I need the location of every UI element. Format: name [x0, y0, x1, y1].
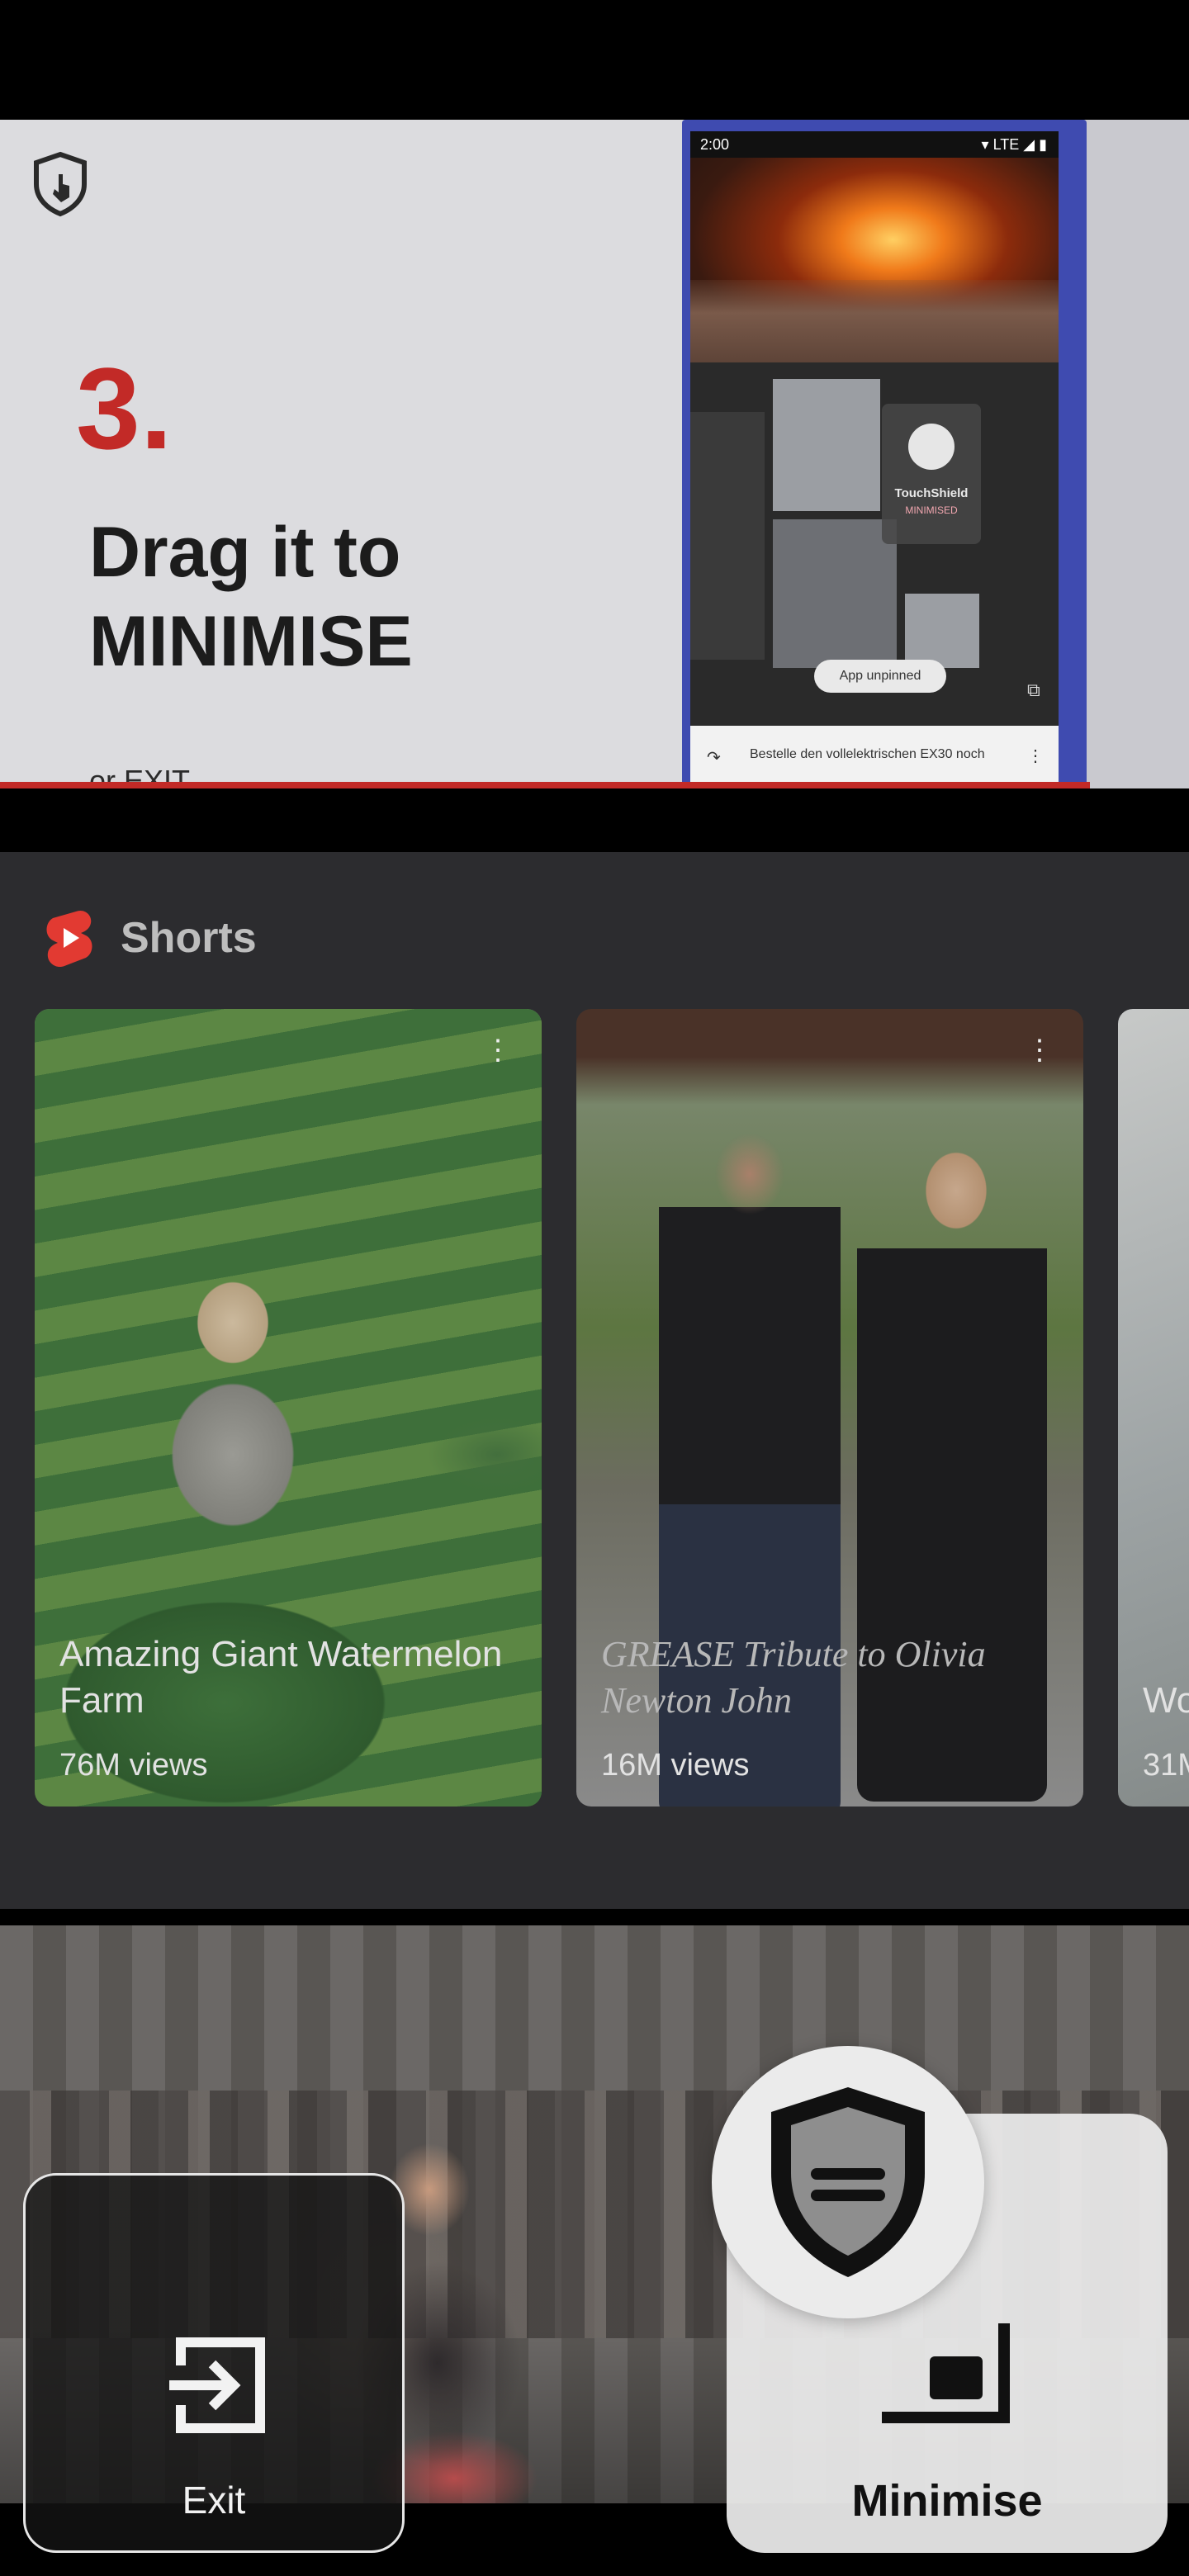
phone-overlay-title: TouchShield — [894, 486, 969, 500]
phone-status-bar: 2:00 ▾ LTE ◢ ▮ — [690, 131, 1059, 158]
phone-bottom-arrow-icon: ↷ — [707, 749, 721, 767]
phone-feed-card — [773, 379, 880, 511]
phone-feed-card — [690, 412, 765, 660]
shorts-logo-icon — [46, 910, 92, 968]
phone-overlay-shield-icon — [908, 424, 955, 470]
phone-screen: 2:00 ▾ LTE ◢ ▮ TouchShield MINIMISED App… — [690, 131, 1059, 784]
touchshield-logo-icon — [34, 151, 87, 217]
phone-bottom-bar: ↷ Bestelle den vollelektrischen EX30 noc… — [690, 731, 1059, 784]
short-card[interactable]: Wo ch 31M — [1118, 1009, 1189, 1807]
phone-feed-card — [773, 519, 897, 668]
minimise-icon — [882, 2323, 1010, 2423]
phone-external-link-icon: ⧉ — [1027, 680, 1040, 700]
ad-banner[interactable]: 3. Drag it to MINIMISE or EXIT. 2:00 ▾ L… — [0, 120, 1189, 788]
phone-status-time: 2:00 — [700, 136, 730, 153]
shorts-title: Shorts — [121, 914, 257, 962]
phone-overlay-subtitle: MINIMISED — [905, 504, 958, 516]
short-caption: GREASE Tribute to Olivia Newton John — [601, 1634, 986, 1721]
phone-bottom-text: Bestelle den vollelektrischen EX30 noch — [750, 747, 985, 761]
phone-mockup: 2:00 ▾ LTE ◢ ▮ TouchShield MINIMISED App… — [682, 120, 1087, 788]
shorts-shelf: Shorts ⋮ Amazing Giant Watermelon Farm 7… — [0, 852, 1189, 1909]
shield-icon — [771, 2087, 925, 2277]
short-caption: Wo ch — [1143, 1680, 1189, 1721]
short-card[interactable]: ⋮ Amazing Giant Watermelon Farm 76M view… — [35, 1009, 542, 1807]
minimise-label: Minimise — [851, 2476, 1043, 2526]
screen: 3. Drag it to MINIMISE or EXIT. 2:00 ▾ L… — [0, 0, 1189, 2576]
short-card[interactable]: ⋮ GREASE Tribute to Olivia Newton John 1… — [576, 1009, 1083, 1807]
ad-progress-line — [0, 782, 1090, 788]
phone-status-icons: ▾ LTE ◢ ▮ — [981, 136, 1047, 153]
short-thumbnail-subject — [126, 1265, 340, 1562]
phone-minimised-overlay: TouchShield MINIMISED — [882, 404, 981, 544]
short-views: 76M views — [59, 1748, 208, 1783]
shorts-header: Shorts — [43, 905, 257, 971]
drag-handle[interactable] — [712, 2046, 984, 2318]
phone-unpin-toast: App unpinned — [814, 660, 946, 693]
phone-bottom-more-icon: ⋮ — [1027, 747, 1044, 765]
ad-headline: Drag it to MINIMISE — [89, 513, 413, 681]
short-caption: Amazing Giant Watermelon Farm — [59, 1634, 503, 1721]
exit-button[interactable]: Exit — [23, 2173, 405, 2553]
short-views: 16M views — [601, 1748, 750, 1783]
exit-icon — [169, 2337, 265, 2433]
step-number: 3. — [76, 343, 173, 473]
more-options-icon[interactable]: ⋮ — [1026, 1034, 1054, 1067]
more-options-icon[interactable]: ⋮ — [484, 1034, 512, 1067]
exit-label: Exit — [182, 2479, 246, 2522]
short-views: 31M — [1143, 1748, 1189, 1783]
phone-feed-card — [905, 594, 979, 668]
phone-cats-image — [690, 280, 1059, 362]
